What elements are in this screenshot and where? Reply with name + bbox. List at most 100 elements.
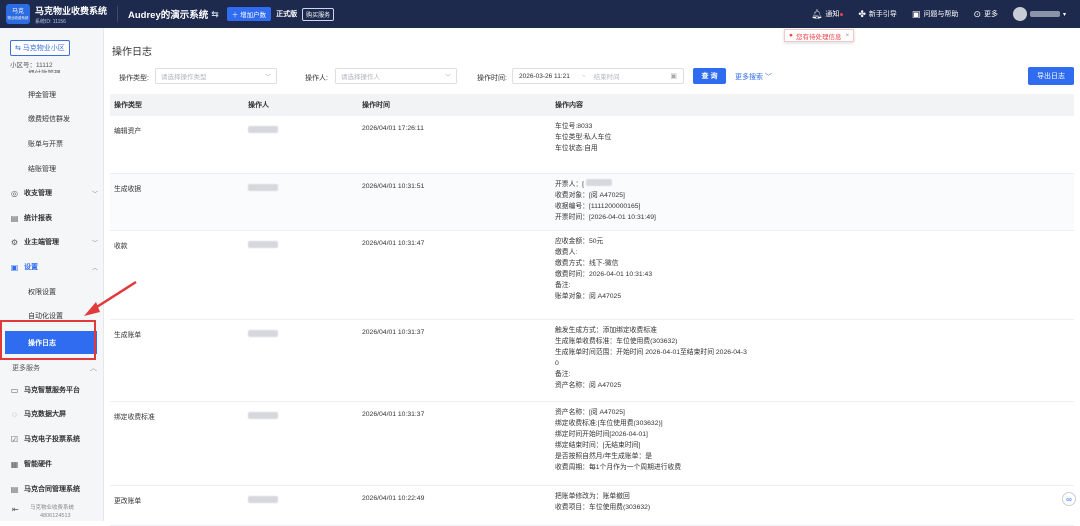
vote-icon: ☑ xyxy=(10,434,19,444)
content-line: 收费周期：每1个月作为一个周期进行收费 xyxy=(555,462,681,473)
time-start: 2026-03-26 11:21 xyxy=(519,72,570,80)
chevron-down-icon: ﹀ xyxy=(91,240,98,247)
chat-icon[interactable]: ∞ xyxy=(1062,492,1076,506)
owner-icon: ⚙ xyxy=(10,237,19,247)
content-line: 缴费时间：2026-04-01 10:31:43 xyxy=(555,269,652,280)
sidebar-item-sms[interactable]: 缴费短信群发 xyxy=(28,114,70,124)
more-search-link[interactable]: 更多搜索 ﹀ xyxy=(735,72,772,82)
sidebar-item-deposit[interactable]: 押金管理 xyxy=(28,90,56,100)
operation-type-label: 操作类型: xyxy=(119,75,149,82)
service-label: 马克智慧服务平台 xyxy=(24,387,80,394)
operation-type-cell: 生成收据 xyxy=(114,186,142,193)
content-line: 生成账单时间范围：开始时间 2026-04-01至结束时间 2026-04-3 xyxy=(555,347,747,358)
service-label: 马克电子投票系统 xyxy=(24,436,80,443)
content-line: 收费对象：[阅 A47025] xyxy=(555,190,656,201)
guide-button[interactable]: ✤ 新手引导 xyxy=(858,9,897,20)
operation-time-range[interactable]: 2026-03-26 11:21 ~ 结束时间 ▣ xyxy=(512,68,684,84)
pending-tip[interactable]: ● 您有待处理信息 × xyxy=(784,29,855,42)
operator-cell xyxy=(248,330,278,339)
buy-service-button[interactable]: 购买服务 xyxy=(302,7,335,21)
swap-icon[interactable]: ⇆ xyxy=(211,9,219,20)
top-bar: 马克 物业收费系统 马克物业收费系统 系统ID: 11156 Audrey的演示… xyxy=(0,0,1080,28)
table-row: 编辑资产 2026/04/01 17:26:11 车位号:8033 车位类型:私人车位… xyxy=(110,116,1074,174)
content-text: 生成账单收费标准：车位使用费(303632) xyxy=(555,338,678,345)
operator-cell xyxy=(248,412,278,421)
service-hardware[interactable]: ▦ 智能硬件 xyxy=(10,459,98,469)
content-text: 绑定时间开始时间[2026-04-01] xyxy=(555,431,648,438)
more-services-label: 更多服务 xyxy=(12,365,40,372)
service-vote[interactable]: ☑ 马克电子投票系统 xyxy=(10,434,98,444)
notice-button[interactable]: 🔔︎ 通知 xyxy=(810,8,844,20)
operation-type-select[interactable]: 请选择操作类型 ﹀ xyxy=(155,68,277,84)
chevron-down-icon: ﹀ xyxy=(91,191,98,198)
community-switch-button[interactable]: ⇆ 马克物业小区 xyxy=(10,40,70,56)
sidebar-group-settings[interactable]: ▣ 设置 ︿ xyxy=(10,262,98,272)
operation-log-table: 操作类型 操作人 操作时间 操作内容 编辑资产 2026/04/01 17:26:… xyxy=(110,94,1074,526)
system-name: Audrey的演示系统 xyxy=(128,10,209,21)
content-text: 收费对象：[阅 A47025] xyxy=(555,192,625,199)
content-line: 备注: xyxy=(555,280,652,291)
content-line: 缴费人: xyxy=(555,247,652,258)
table-body: 编辑资产 2026/04/01 17:26:11 车位号:8033 车位类型:私人车位… xyxy=(110,116,1074,526)
operation-content-cell: 车位号:8033 车位类型:私人车位 车位状态:自用 xyxy=(555,121,611,154)
footer-line2: 4806124513 xyxy=(40,513,71,519)
calendar-icon: ▣ xyxy=(670,73,677,80)
sidebar-item-clipped[interactable]: 押付款管理 xyxy=(28,67,61,73)
user-menu[interactable]: ▾ xyxy=(1012,7,1066,21)
query-button[interactable]: 查 询 xyxy=(693,68,726,84)
service-contract[interactable]: ▤ 马克合同管理系统 xyxy=(10,484,98,494)
version-label: 正式版 xyxy=(276,11,298,18)
content-line: 生成账单收费标准：车位使用费(303632) xyxy=(555,336,747,347)
content-line: 是否按照自然月/年生成账单：是 xyxy=(555,451,681,462)
bell-icon: 🔔︎ xyxy=(810,8,823,19)
service-label: 马克合同管理系统 xyxy=(24,486,80,493)
sidebar-item-invoice[interactable]: 账单与开票 xyxy=(28,139,63,149)
service-platform[interactable]: ▭ 马克智慧服务平台 xyxy=(10,385,98,395)
sidebar-group-report[interactable]: ▤ 统计报表 xyxy=(10,213,98,223)
unread-dot xyxy=(840,12,844,16)
community-label: 马克物业小区 xyxy=(22,45,65,52)
service-data-screen[interactable]: ◌ 马克数据大屏 xyxy=(10,409,98,419)
content-line: 收费项目：车位使用费(303632) xyxy=(555,502,650,513)
range-separator: ~ xyxy=(581,72,586,80)
content-text: 触发生成方式：添加绑定收费标准 xyxy=(555,327,657,334)
sidebar-group-owner[interactable]: ⚙ 业主端管理 ﹀ xyxy=(10,237,98,247)
collapse-icon[interactable]: ⇤ xyxy=(12,506,19,514)
column-header: 操作类型 xyxy=(114,102,142,109)
system-switcher[interactable]: Audrey的演示系统 ⇆ xyxy=(128,7,219,22)
content-text: 开票人：[ xyxy=(555,181,585,188)
content-text: 备注: xyxy=(555,371,571,378)
close-icon[interactable]: × xyxy=(845,32,849,39)
content-line: 0 xyxy=(555,358,747,369)
content-text: 资产名称：阅 A47025 xyxy=(555,382,622,389)
service-label: 智能硬件 xyxy=(24,461,52,468)
content-line: 绑定收费标准:[车位使用费(303632)] xyxy=(555,418,681,429)
help-button[interactable]: ▣ 问题与帮助 xyxy=(912,9,959,20)
table-row: 收款 2026/04/01 10:31:47 应收金额：50元 缴费人: 缴费方式：线下… xyxy=(110,231,1074,320)
add-account-button[interactable]: ＋ 增加户数 xyxy=(226,7,272,21)
table-row: 生成收据 2026/04/01 10:31:51 开票人：[收费对象：[阅 A470… xyxy=(110,174,1074,231)
more-services-header[interactable]: 更多服务 ︿ xyxy=(12,363,97,373)
content-text: 备注: xyxy=(555,282,571,289)
sidebar-item-checkout[interactable]: 结账管理 xyxy=(28,164,56,174)
redacted-name xyxy=(248,330,278,337)
more-button[interactable]: ⊙ 更多 xyxy=(973,9,998,20)
sidebar-item-permission[interactable]: 权限设置 xyxy=(28,287,56,297)
hardware-icon: ▦ xyxy=(10,459,19,469)
operator-cell xyxy=(248,184,278,193)
sidebar-group-label: 业主端管理 xyxy=(24,239,59,246)
content-line: 收据编号：[1111200000165] xyxy=(555,201,656,212)
notice-label: 通知 xyxy=(825,11,840,18)
operator-select[interactable]: 请选择操作人 ﹀ xyxy=(335,68,457,84)
annotation-highlight-box xyxy=(0,320,96,360)
content-text: 缴费人: xyxy=(555,249,578,256)
content-text: 收费项目：车位使用费(303632) xyxy=(555,504,651,511)
sidebar-group-income[interactable]: ◎ 收支管理 ﹀ xyxy=(10,188,98,198)
content-line: 绑定结束时间：[无结束时间] xyxy=(555,440,681,451)
column-header: 操作内容 xyxy=(555,102,583,109)
redacted-name xyxy=(586,179,613,186)
export-log-button[interactable]: 导出日志 xyxy=(1028,67,1074,85)
content-text: 生成账单时间范围：开始时间 2026-04-01至结束时间 2026-04-3 xyxy=(555,349,747,356)
coin-icon: ◎ xyxy=(11,188,18,198)
contract-icon: ▤ xyxy=(10,484,19,494)
